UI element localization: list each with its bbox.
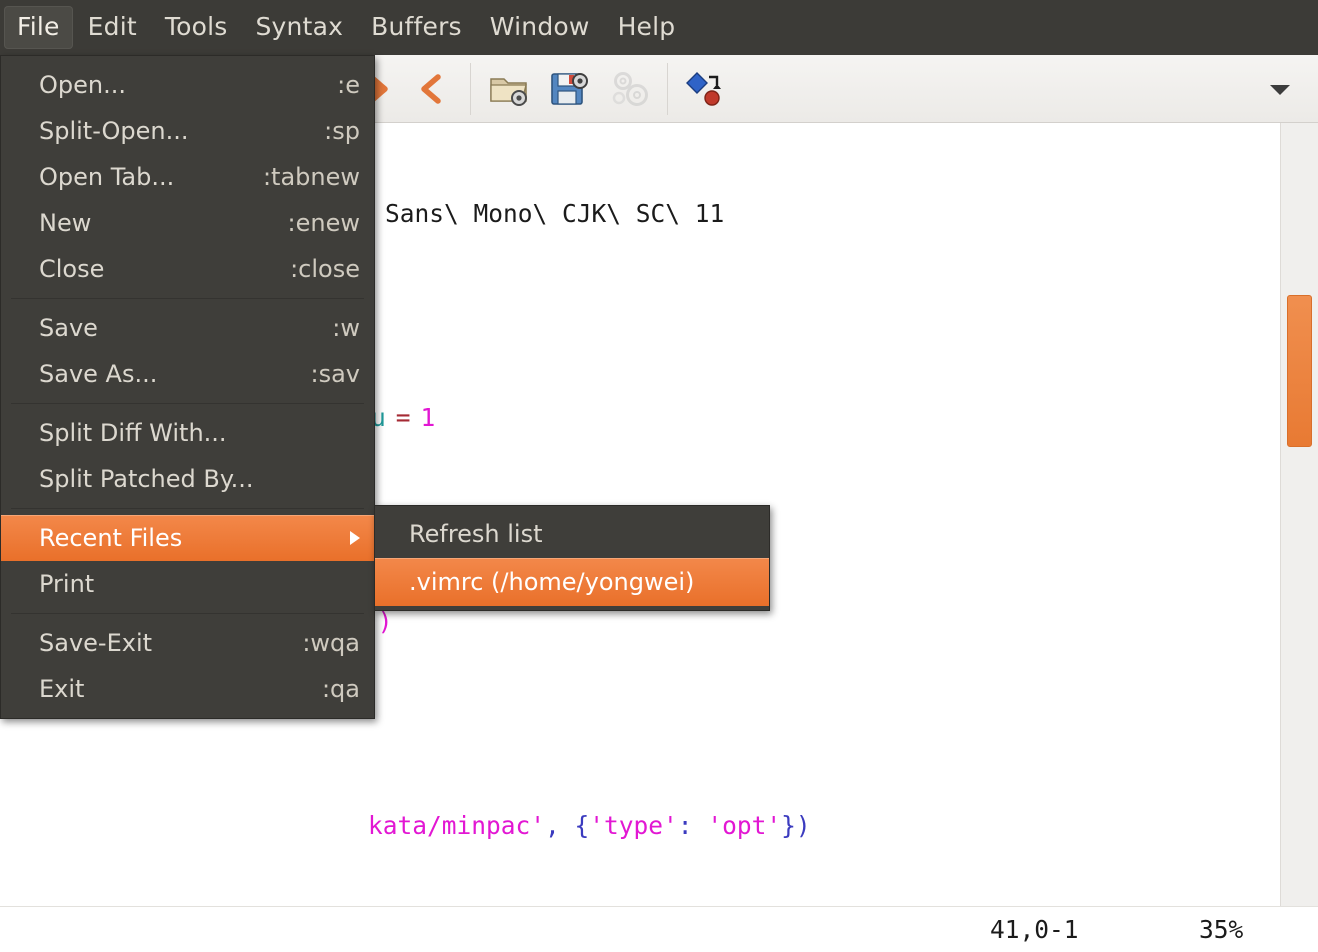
menu-file[interactable]: File bbox=[4, 6, 73, 49]
menu-item-split-open-label: Split-Open... bbox=[39, 117, 300, 145]
code-token-eq: = bbox=[386, 403, 421, 432]
code-token-minpac-path: kata/minpac' bbox=[0, 811, 545, 840]
submenu-item-vimrc[interactable]: .vimrc (/home/yongwei) bbox=[375, 558, 769, 606]
code-token-opt-val: 'opt' bbox=[707, 811, 781, 840]
menu-item-save-exit[interactable]: Save-Exit :wqa bbox=[1, 620, 374, 666]
save-session-button[interactable] bbox=[539, 61, 599, 117]
status-line: 41,0-1 35% bbox=[0, 906, 1318, 952]
submenu-item-refresh-list-label: Refresh list bbox=[409, 520, 755, 548]
status-percentage: 35% bbox=[1199, 915, 1243, 944]
menu-item-exit[interactable]: Exit :qa bbox=[1, 666, 374, 712]
code-token-colon: : bbox=[678, 811, 708, 840]
menu-item-exit-accel: :qa bbox=[298, 675, 360, 703]
menu-tools[interactable]: Tools bbox=[152, 6, 241, 49]
menu-item-save-accel: :w bbox=[308, 314, 360, 342]
menu-item-open-tab[interactable]: Open Tab... :tabnew bbox=[1, 154, 374, 200]
submenu-item-vimrc-label: .vimrc (/home/yongwei) bbox=[409, 568, 755, 596]
menu-item-print[interactable]: Print bbox=[1, 561, 374, 607]
menu-syntax[interactable]: Syntax bbox=[242, 6, 356, 49]
menu-item-split-open-accel: :sp bbox=[300, 117, 360, 145]
vertical-scrollbar[interactable] bbox=[1280, 123, 1318, 911]
menu-item-open-label: Open... bbox=[39, 71, 313, 99]
menu-item-close-accel: :close bbox=[266, 255, 360, 283]
menu-help[interactable]: Help bbox=[605, 6, 689, 49]
menu-item-split-open[interactable]: Split-Open... :sp bbox=[1, 108, 374, 154]
vertical-scrollbar-thumb[interactable] bbox=[1287, 295, 1312, 447]
status-ruler: 41,0-1 bbox=[990, 915, 1079, 944]
find-prev-button[interactable] bbox=[402, 61, 462, 117]
menu-separator bbox=[11, 508, 364, 509]
chevron-down-icon bbox=[1265, 79, 1295, 99]
code-token-one: 1 bbox=[421, 403, 436, 432]
menu-item-split-patched-by[interactable]: Split Patched By... bbox=[1, 456, 374, 502]
make-button[interactable] bbox=[676, 61, 736, 117]
menu-item-save-exit-label: Save-Exit bbox=[39, 629, 278, 657]
code-token-opts-close: }) bbox=[781, 811, 811, 840]
run-script-gears-icon bbox=[608, 69, 650, 109]
menu-item-new[interactable]: New :enew bbox=[1, 200, 374, 246]
menu-item-close[interactable]: Close :close bbox=[1, 246, 374, 292]
menu-tools-label: Tools bbox=[165, 12, 228, 41]
menu-item-recent-files-label: Recent Files bbox=[39, 524, 340, 552]
menu-item-new-label: New bbox=[39, 209, 264, 237]
menu-item-open-tab-label: Open Tab... bbox=[39, 163, 239, 191]
menu-file-label: File bbox=[17, 12, 60, 41]
file-dropdown-menu: Open... :e Split-Open... :sp Open Tab...… bbox=[0, 55, 375, 719]
menu-item-open-tab-accel: :tabnew bbox=[239, 163, 360, 191]
menu-item-save-exit-accel: :wqa bbox=[278, 629, 360, 657]
menu-help-label: Help bbox=[618, 12, 676, 41]
toolbar-separator bbox=[667, 63, 668, 115]
load-session-icon bbox=[488, 69, 530, 109]
gvim-window: File Edit Tools Syntax Buffers Window He… bbox=[0, 0, 1318, 952]
menu-bar: File Edit Tools Syntax Buffers Window He… bbox=[0, 0, 1318, 55]
menu-item-save-as-label: Save As... bbox=[39, 360, 287, 388]
make-icon bbox=[685, 69, 727, 109]
run-script-button[interactable] bbox=[599, 61, 659, 117]
code-token-opts-open: , { bbox=[545, 811, 589, 840]
menu-item-exit-label: Exit bbox=[39, 675, 298, 703]
code-line: kata/minpac', {'type': 'opt'}) bbox=[0, 809, 1280, 843]
menu-item-save[interactable]: Save :w bbox=[1, 305, 374, 351]
submenu-item-refresh-list[interactable]: Refresh list bbox=[375, 510, 769, 558]
menu-buffers[interactable]: Buffers bbox=[358, 6, 475, 49]
menu-item-save-as[interactable]: Save As... :sav bbox=[1, 351, 374, 397]
code-token-type-key: 'type' bbox=[589, 811, 678, 840]
menu-item-split-diff-with[interactable]: Split Diff With... bbox=[1, 410, 374, 456]
menu-item-save-as-accel: :sav bbox=[287, 360, 361, 388]
menu-window-label: Window bbox=[490, 12, 590, 41]
menu-item-save-label: Save bbox=[39, 314, 308, 342]
menu-item-split-diff-with-label: Split Diff With... bbox=[39, 419, 360, 447]
menu-edit-label: Edit bbox=[88, 12, 137, 41]
load-session-button[interactable] bbox=[479, 61, 539, 117]
menu-item-print-label: Print bbox=[39, 570, 360, 598]
menu-item-open[interactable]: Open... :e bbox=[1, 62, 374, 108]
menu-item-new-accel: :enew bbox=[264, 209, 360, 237]
submenu-arrow-icon bbox=[350, 531, 360, 545]
menu-syntax-label: Syntax bbox=[255, 12, 343, 41]
recent-files-submenu: Refresh list .vimrc (/home/yongwei) bbox=[374, 505, 770, 611]
menu-separator bbox=[11, 298, 364, 299]
menu-separator bbox=[11, 403, 364, 404]
menu-separator bbox=[11, 613, 364, 614]
menu-item-open-accel: :e bbox=[313, 71, 360, 99]
menu-edit[interactable]: Edit bbox=[75, 6, 150, 49]
menu-buffers-label: Buffers bbox=[371, 12, 462, 41]
menu-item-split-patched-by-label: Split Patched By... bbox=[39, 465, 360, 493]
toolbar-overflow-button[interactable] bbox=[1250, 61, 1310, 117]
menu-window[interactable]: Window bbox=[477, 6, 603, 49]
prev-chevron-icon bbox=[412, 69, 452, 109]
toolbar-separator bbox=[470, 63, 471, 115]
menu-item-recent-files[interactable]: Recent Files bbox=[1, 515, 374, 561]
menu-item-close-label: Close bbox=[39, 255, 266, 283]
save-session-icon bbox=[548, 69, 590, 109]
